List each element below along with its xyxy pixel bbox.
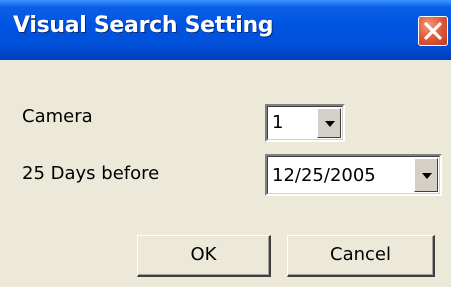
- ok-button[interactable]: OK: [137, 235, 271, 277]
- dialog-body: Camera 1 25 Days before 12/25/2005 OK Ca…: [0, 60, 451, 287]
- window-title: Visual Search Setting: [13, 13, 274, 38]
- date-picker[interactable]: 12/25/2005: [265, 154, 442, 196]
- camera-label: Camera: [22, 106, 93, 127]
- close-icon: [424, 22, 442, 40]
- chevron-down-icon: [325, 121, 335, 127]
- chevron-down-icon: [422, 173, 432, 179]
- days-before-label: 25 Days before: [22, 163, 160, 184]
- close-button[interactable]: [418, 16, 448, 46]
- camera-select-value: 1: [272, 112, 284, 133]
- date-picker-value: 12/25/2005: [272, 165, 376, 186]
- camera-dropdown-button[interactable]: [317, 108, 341, 138]
- cancel-button-label: Cancel: [330, 244, 391, 265]
- title-bar[interactable]: Visual Search Setting: [0, 0, 451, 60]
- ok-button-label: OK: [190, 244, 217, 265]
- camera-select[interactable]: 1: [265, 104, 345, 142]
- date-dropdown-button[interactable]: [414, 158, 438, 192]
- cancel-button[interactable]: Cancel: [287, 235, 435, 277]
